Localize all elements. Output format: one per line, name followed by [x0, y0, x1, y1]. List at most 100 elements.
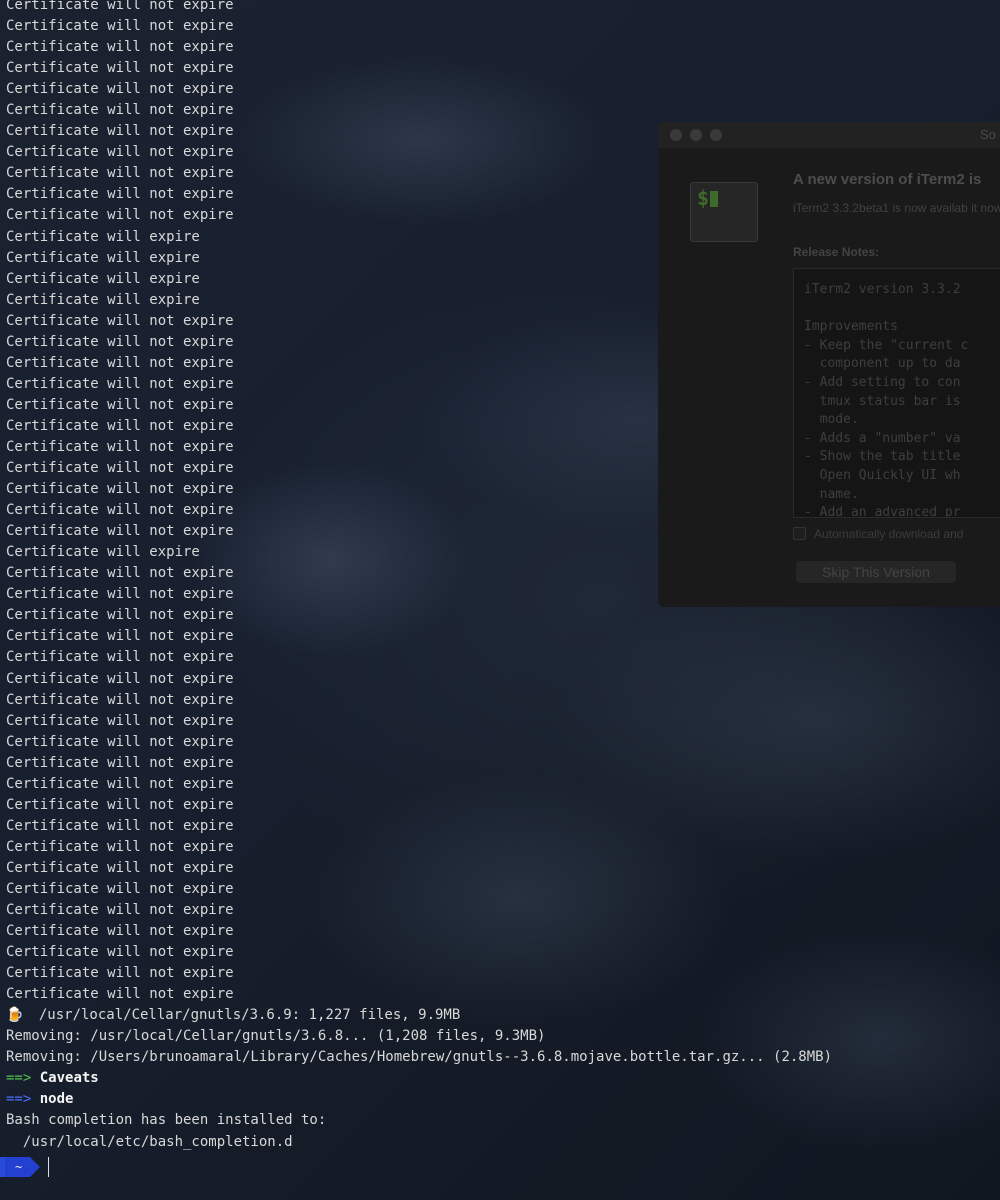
terminal-line: /usr/local/etc/bash_completion.d [6, 1132, 832, 1153]
terminal-line: Certificate will not expire [6, 753, 832, 774]
terminal-line: Certificate will not expire [6, 332, 832, 353]
terminal-line: Certificate will not expire [6, 184, 832, 205]
terminal-line-text: Certificate will expire [6, 249, 200, 266]
terminal-line-text: /usr/local/Cellar/gnutls/3.6.9: 1,227 fi… [22, 1007, 461, 1024]
terminal-line: Certificate will not expire [6, 732, 832, 753]
terminal-line-text: node [31, 1091, 74, 1108]
dialog-title: So [980, 127, 996, 142]
terminal-line: Certificate will not expire [6, 479, 832, 500]
terminal-line: Certificate will not expire [6, 0, 832, 16]
terminal-line-text: Certificate will not expire [6, 838, 234, 855]
terminal-line: Certificate will not expire [6, 563, 832, 584]
homebrew-arrow: ==> [6, 1070, 32, 1087]
terminal-line-text: Certificate will not expire [6, 438, 234, 455]
terminal-line-text: Certificate will not expire [6, 944, 234, 961]
terminal-line-text: Certificate will not expire [6, 60, 234, 77]
terminal-line-text: Removing: /usr/local/Cellar/gnutls/3.6.8… [6, 1028, 546, 1045]
terminal-line-text: Certificate will not expire [6, 312, 234, 329]
terminal-line-text: Certificate will not expire [6, 0, 234, 13]
terminal-line-text: Certificate will not expire [6, 607, 234, 624]
terminal-line: Certificate will expire [6, 248, 832, 269]
terminal-output[interactable]: Certificate will not expire Certificate w… [6, 0, 832, 1153]
terminal-line-text: Certificate will not expire [6, 859, 234, 876]
terminal-line: ==> node [6, 1089, 832, 1110]
terminal-line-text: Certificate will not expire [6, 880, 234, 897]
terminal-line: Certificate will not expire [6, 142, 832, 163]
terminal-line-text: Certificate will not expire [6, 502, 234, 519]
terminal-line: Certificate will not expire [6, 353, 832, 374]
terminal-line: Certificate will expire [6, 227, 832, 248]
terminal-line: Certificate will not expire [6, 795, 832, 816]
terminal-line: Certificate will not expire [6, 900, 832, 921]
terminal-line: 🍺 /usr/local/Cellar/gnutls/3.6.9: 1,227 … [6, 1005, 832, 1026]
terminal-line-text: Certificate will not expire [6, 691, 234, 708]
terminal-line: Certificate will not expire [6, 626, 832, 647]
terminal-line: Certificate will not expire [6, 37, 832, 58]
terminal-line-text: Certificate will not expire [6, 18, 234, 35]
terminal-line: Certificate will not expire [6, 58, 832, 79]
terminal-line-text: Certificate will not expire [6, 965, 234, 982]
terminal-line-text: Certificate will not expire [6, 902, 234, 919]
terminal-line: Certificate will not expire [6, 711, 832, 732]
terminal-line-text: Certificate will not expire [6, 39, 234, 56]
terminal-line-text: Certificate will not expire [6, 396, 234, 413]
terminal-line: Bash completion has been installed to: [6, 1110, 832, 1131]
terminal-line: Certificate will not expire [6, 79, 832, 100]
terminal-line-text: Removing: /Users/brunoamaral/Library/Cac… [6, 1049, 833, 1066]
terminal-line-text: Certificate will expire [6, 228, 200, 245]
terminal-line-text: Certificate will not expire [6, 144, 234, 161]
terminal-line-text: Certificate will not expire [6, 102, 234, 119]
terminal-line-text: Certificate will not expire [6, 375, 234, 392]
terminal-line: Certificate will not expire [6, 942, 832, 963]
terminal-line-text: Certificate will expire [6, 270, 200, 287]
terminal-line: Certificate will not expire [6, 879, 832, 900]
terminal-line-text: Caveats [31, 1070, 99, 1087]
prompt-path-segment: ~ [5, 1157, 41, 1177]
terminal-line: Certificate will not expire [6, 458, 832, 479]
terminal-line-text: Certificate will expire [6, 544, 200, 561]
terminal-line-text: Certificate will not expire [6, 523, 234, 540]
terminal-line-text: Certificate will not expire [6, 775, 234, 792]
terminal-line-text: Certificate will not expire [6, 165, 234, 182]
terminal-line-text: Certificate will not expire [6, 923, 234, 940]
terminal-line-text: Bash completion has been installed to: [6, 1112, 327, 1129]
terminal-line: Certificate will not expire [6, 100, 832, 121]
terminal-line: Certificate will not expire [6, 16, 832, 37]
terminal-line-text: Certificate will not expire [6, 333, 234, 350]
terminal-line: Certificate will not expire [6, 521, 832, 542]
terminal-line-text: Certificate will not expire [6, 354, 234, 371]
terminal-line-text: Certificate will not expire [6, 986, 234, 1003]
terminal-line-text: Certificate will not expire [6, 754, 234, 771]
terminal-line: Certificate will not expire [6, 816, 832, 837]
homebrew-arrow: ==> [6, 1091, 32, 1108]
terminal-line: Certificate will not expire [6, 121, 832, 142]
terminal-line-text: Certificate will expire [6, 291, 200, 308]
terminal-line: ==> Caveats [6, 1068, 832, 1089]
terminal-line: Removing: /usr/local/Cellar/gnutls/3.6.8… [6, 1026, 832, 1047]
terminal-line-text: Certificate will not expire [6, 565, 234, 582]
terminal-line-text: Certificate will not expire [6, 460, 234, 477]
terminal-line: Certificate will not expire [6, 500, 832, 521]
terminal-line-text: /usr/local/etc/bash_completion.d [6, 1133, 293, 1150]
terminal-line: Certificate will not expire [6, 605, 832, 626]
terminal-line-text: Certificate will not expire [6, 586, 234, 603]
terminal-line-text: Certificate will not expire [6, 670, 234, 687]
terminal-line: Certificate will expire [6, 290, 832, 311]
terminal-line-text: Certificate will not expire [6, 481, 234, 498]
terminal-line: Certificate will not expire [6, 374, 832, 395]
terminal-line-text: Certificate will not expire [6, 796, 234, 813]
terminal-line: Certificate will not expire [6, 647, 832, 668]
terminal-line-text: Certificate will not expire [6, 81, 234, 98]
terminal-line-text: Certificate will not expire [6, 733, 234, 750]
terminal-line: Certificate will not expire [6, 963, 832, 984]
terminal-line: Certificate will not expire [6, 858, 832, 879]
terminal-line-text: Certificate will not expire [6, 817, 234, 834]
terminal-line-text: Certificate will not expire [6, 649, 234, 666]
shell-prompt[interactable]: ~ [0, 1156, 50, 1178]
terminal-line: Certificate will not expire [6, 837, 832, 858]
terminal-line: Certificate will not expire [6, 669, 832, 690]
terminal-line: Certificate will expire [6, 542, 832, 563]
terminal-line-text: Certificate will not expire [6, 123, 234, 140]
text-cursor [48, 1157, 50, 1177]
terminal-line: Certificate will not expire [6, 774, 832, 795]
